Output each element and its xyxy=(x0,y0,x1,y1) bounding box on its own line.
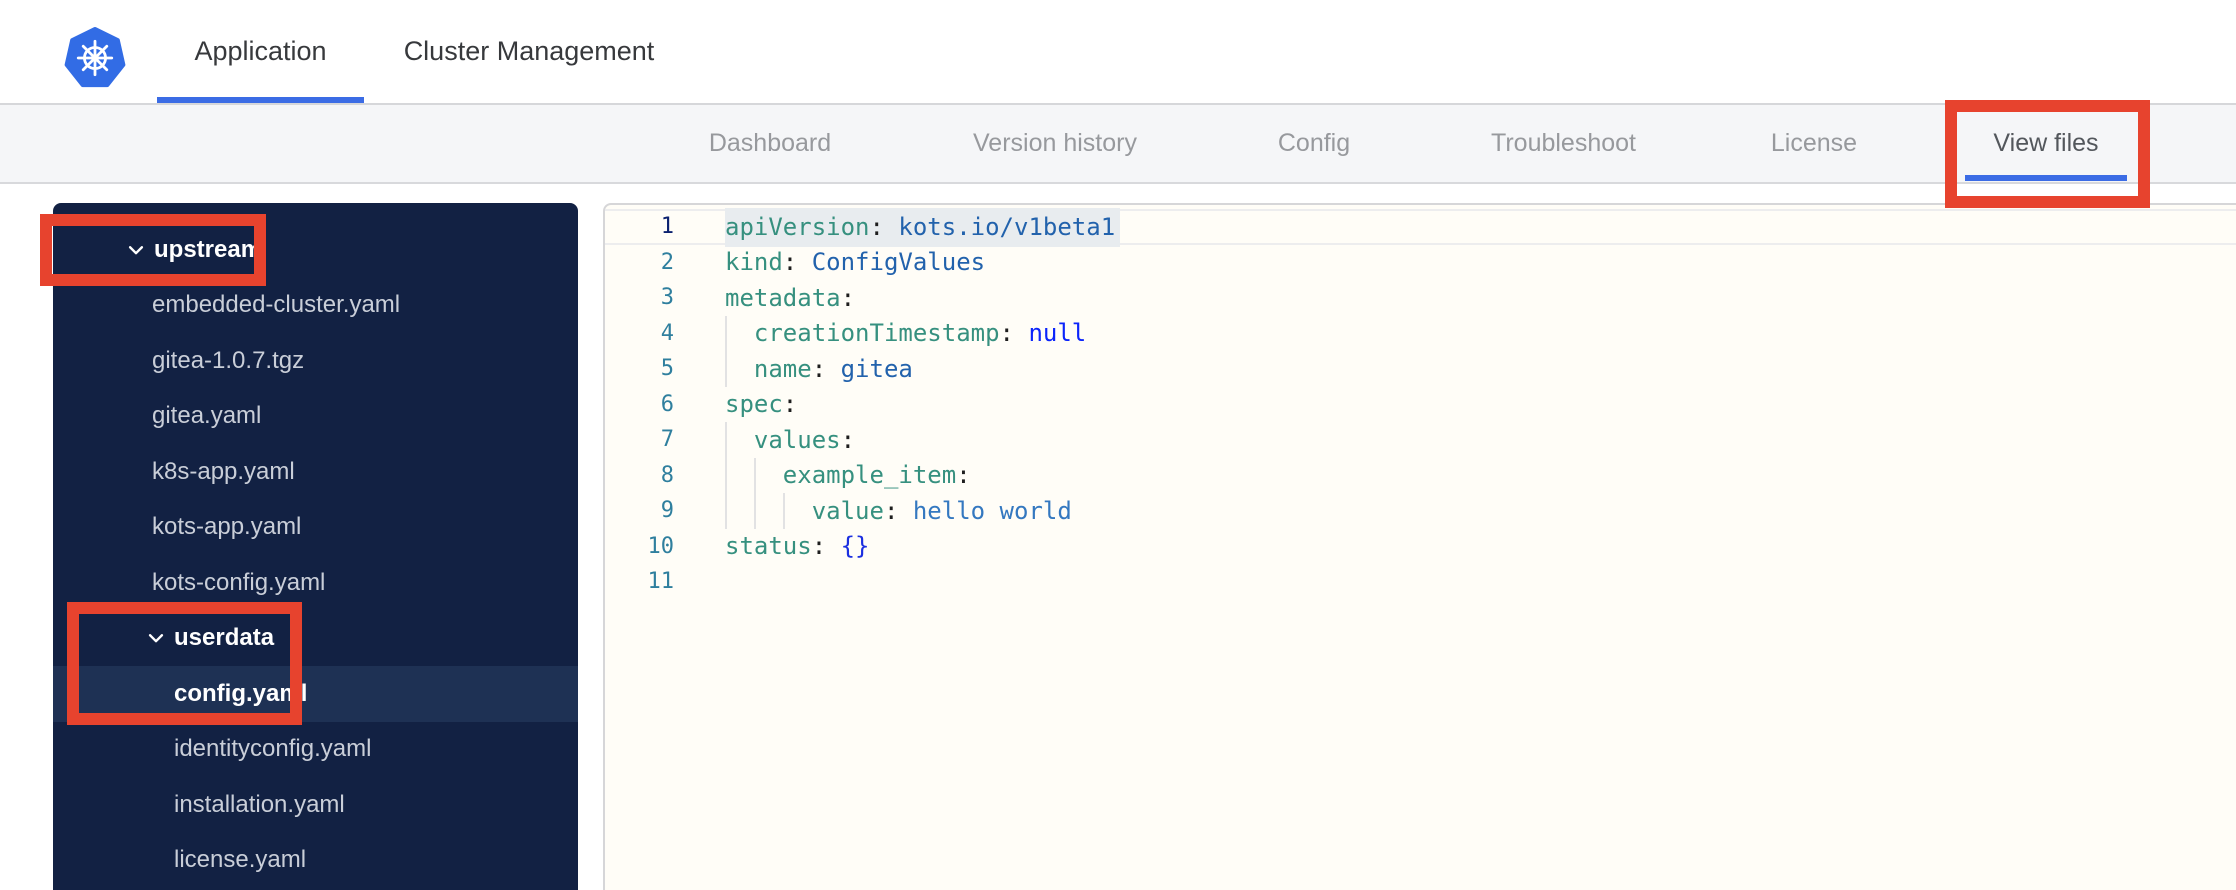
subnav-item-troubleshoot[interactable]: Troubleshoot xyxy=(1480,105,1647,182)
line-number[interactable]: 5 xyxy=(605,356,674,381)
line-number[interactable]: 6 xyxy=(605,392,674,417)
tree-file-k8s-app.yaml[interactable]: k8s-app.yaml xyxy=(53,444,578,500)
indent-guide xyxy=(725,422,727,458)
line-number[interactable]: 2 xyxy=(605,250,674,275)
code-line-text: metadata: xyxy=(725,283,856,312)
code-lines: 1 apiVersion: kots.io/v1beta1 2 kind: Confi… xyxy=(605,207,2236,600)
app-subnav: Dashboard Version history Config Trouble… xyxy=(0,105,2236,184)
line-number[interactable]: 1 xyxy=(605,214,674,239)
active-tab-indicator xyxy=(157,97,364,103)
code-line-8[interactable]: 8 example_item: xyxy=(605,457,2236,493)
indent-guide xyxy=(725,315,727,351)
tab-cluster-management[interactable]: Cluster Management xyxy=(393,0,665,103)
kots-admin-console: Application Cluster Management Dashboard… xyxy=(0,0,2236,890)
code-line-text: value: hello world xyxy=(811,496,1072,525)
tree-file-gitea.yaml[interactable]: gitea.yaml xyxy=(53,389,578,445)
tree-item-label: userdata xyxy=(174,624,275,652)
tree-item-label: kots-config.yaml xyxy=(152,568,326,596)
line-number[interactable]: 11 xyxy=(605,569,675,594)
code-editor[interactable]: 1 apiVersion: kots.io/v1beta1 2 kind: Confi… xyxy=(603,203,2236,890)
subnav-item-version-history[interactable]: Version history xyxy=(957,105,1153,182)
code-line-4[interactable]: 4 creationTimestamp: null xyxy=(605,315,2236,351)
code-line-2[interactable]: 2 kind: ConfigValues xyxy=(605,245,2236,281)
code-line-text: apiVersion: kots.io/v1beta1 xyxy=(725,207,1121,247)
tree-item-label: license.yaml xyxy=(174,846,307,874)
code-line-5[interactable]: 5 name: gitea xyxy=(605,351,2236,387)
code-line-text: example_item: xyxy=(782,461,971,490)
selection-highlight: apiVersion: kots.io/v1beta1 xyxy=(725,207,1121,247)
code-line-text: creationTimestamp: null xyxy=(753,319,1087,348)
code-line-text: spec: xyxy=(725,390,798,419)
tab-application-label: Application xyxy=(194,36,327,66)
subnav-item-view-files[interactable]: View files xyxy=(1981,105,2111,182)
tree-file-gitea-1.0.7.tgz[interactable]: gitea-1.0.7.tgz xyxy=(53,333,578,389)
code-line-6[interactable]: 6 spec: xyxy=(605,387,2236,423)
subnav-item-license[interactable]: License xyxy=(1764,105,1864,182)
code-line-text: values: xyxy=(753,425,856,454)
tab-application[interactable]: Application xyxy=(157,0,364,103)
indent-guide xyxy=(753,457,756,493)
tree-item-label: k8s-app.yaml xyxy=(152,457,295,485)
line-number[interactable]: 10 xyxy=(605,534,675,559)
line-number[interactable]: 7 xyxy=(605,427,674,452)
code-line-1[interactable]: 1 apiVersion: kots.io/v1beta1 xyxy=(605,207,2236,247)
indent-guide xyxy=(725,493,727,529)
tree-item-label: upstream xyxy=(154,235,263,263)
active-subnav-indicator xyxy=(1965,175,2127,181)
code-line-text: kind: ConfigValues xyxy=(725,248,986,277)
tree-file-kots-config.yaml[interactable]: kots-config.yaml xyxy=(53,555,578,611)
code-line-3[interactable]: 3 metadata: xyxy=(605,280,2236,316)
tree-folder-upstream[interactable]: upstream xyxy=(53,222,578,278)
tree-file-kots-app.yaml[interactable]: kots-app.yaml xyxy=(53,500,578,556)
code-line-text: status: {} xyxy=(725,532,870,561)
tree-item-label: config.yaml xyxy=(174,679,308,707)
subnav-item-dashboard[interactable]: Dashboard xyxy=(700,105,840,182)
tree-file-embedded-cluster.yaml[interactable]: embedded-cluster.yaml xyxy=(53,278,578,334)
code-line-7[interactable]: 7 values: xyxy=(605,422,2236,458)
tree-file-config.yaml[interactable]: config.yaml xyxy=(53,666,578,722)
chevron-down-icon xyxy=(126,240,146,260)
tree-file-identityconfig.yaml[interactable]: identityconfig.yaml xyxy=(53,722,578,778)
chevron-down-icon xyxy=(146,628,166,648)
indent-guide xyxy=(782,493,785,529)
indent-guide xyxy=(725,351,727,387)
line-number[interactable]: 8 xyxy=(605,463,674,488)
file-tree: upstream embedded-cluster.yaml gitea-1.0.7… xyxy=(53,222,578,888)
tree-item-label: kots-app.yaml xyxy=(152,513,302,541)
tree-file-installation.yaml[interactable]: installation.yaml xyxy=(53,777,578,833)
code-line-9[interactable]: 9 value: hello world xyxy=(605,493,2236,529)
line-number[interactable]: 9 xyxy=(605,498,674,523)
indent-guide xyxy=(753,493,756,529)
line-number[interactable]: 3 xyxy=(605,285,674,310)
file-tree-sidebar: upstream embedded-cluster.yaml gitea-1.0.7… xyxy=(53,203,578,890)
indent-guide xyxy=(725,457,727,493)
tab-cluster-management-label: Cluster Management xyxy=(403,36,655,66)
app-header: Application Cluster Management xyxy=(0,0,2236,105)
line-number[interactable]: 4 xyxy=(605,321,674,346)
tree-item-label: gitea.yaml xyxy=(152,402,262,430)
tree-file-license.yaml[interactable]: license.yaml xyxy=(53,833,578,889)
tree-item-label: identityconfig.yaml xyxy=(174,735,372,763)
kubernetes-logo-icon xyxy=(64,27,126,88)
code-line-11[interactable]: 11 xyxy=(605,564,2236,600)
tree-item-label: installation.yaml xyxy=(174,790,345,818)
code-line-text: name: gitea xyxy=(753,354,913,383)
tree-item-label: gitea-1.0.7.tgz xyxy=(152,346,305,374)
tree-item-label: embedded-cluster.yaml xyxy=(152,291,401,319)
tree-folder-userdata[interactable]: userdata xyxy=(53,611,578,667)
code-line-10[interactable]: 10 status: {} xyxy=(605,529,2236,565)
subnav-item-config[interactable]: Config xyxy=(1269,105,1359,182)
